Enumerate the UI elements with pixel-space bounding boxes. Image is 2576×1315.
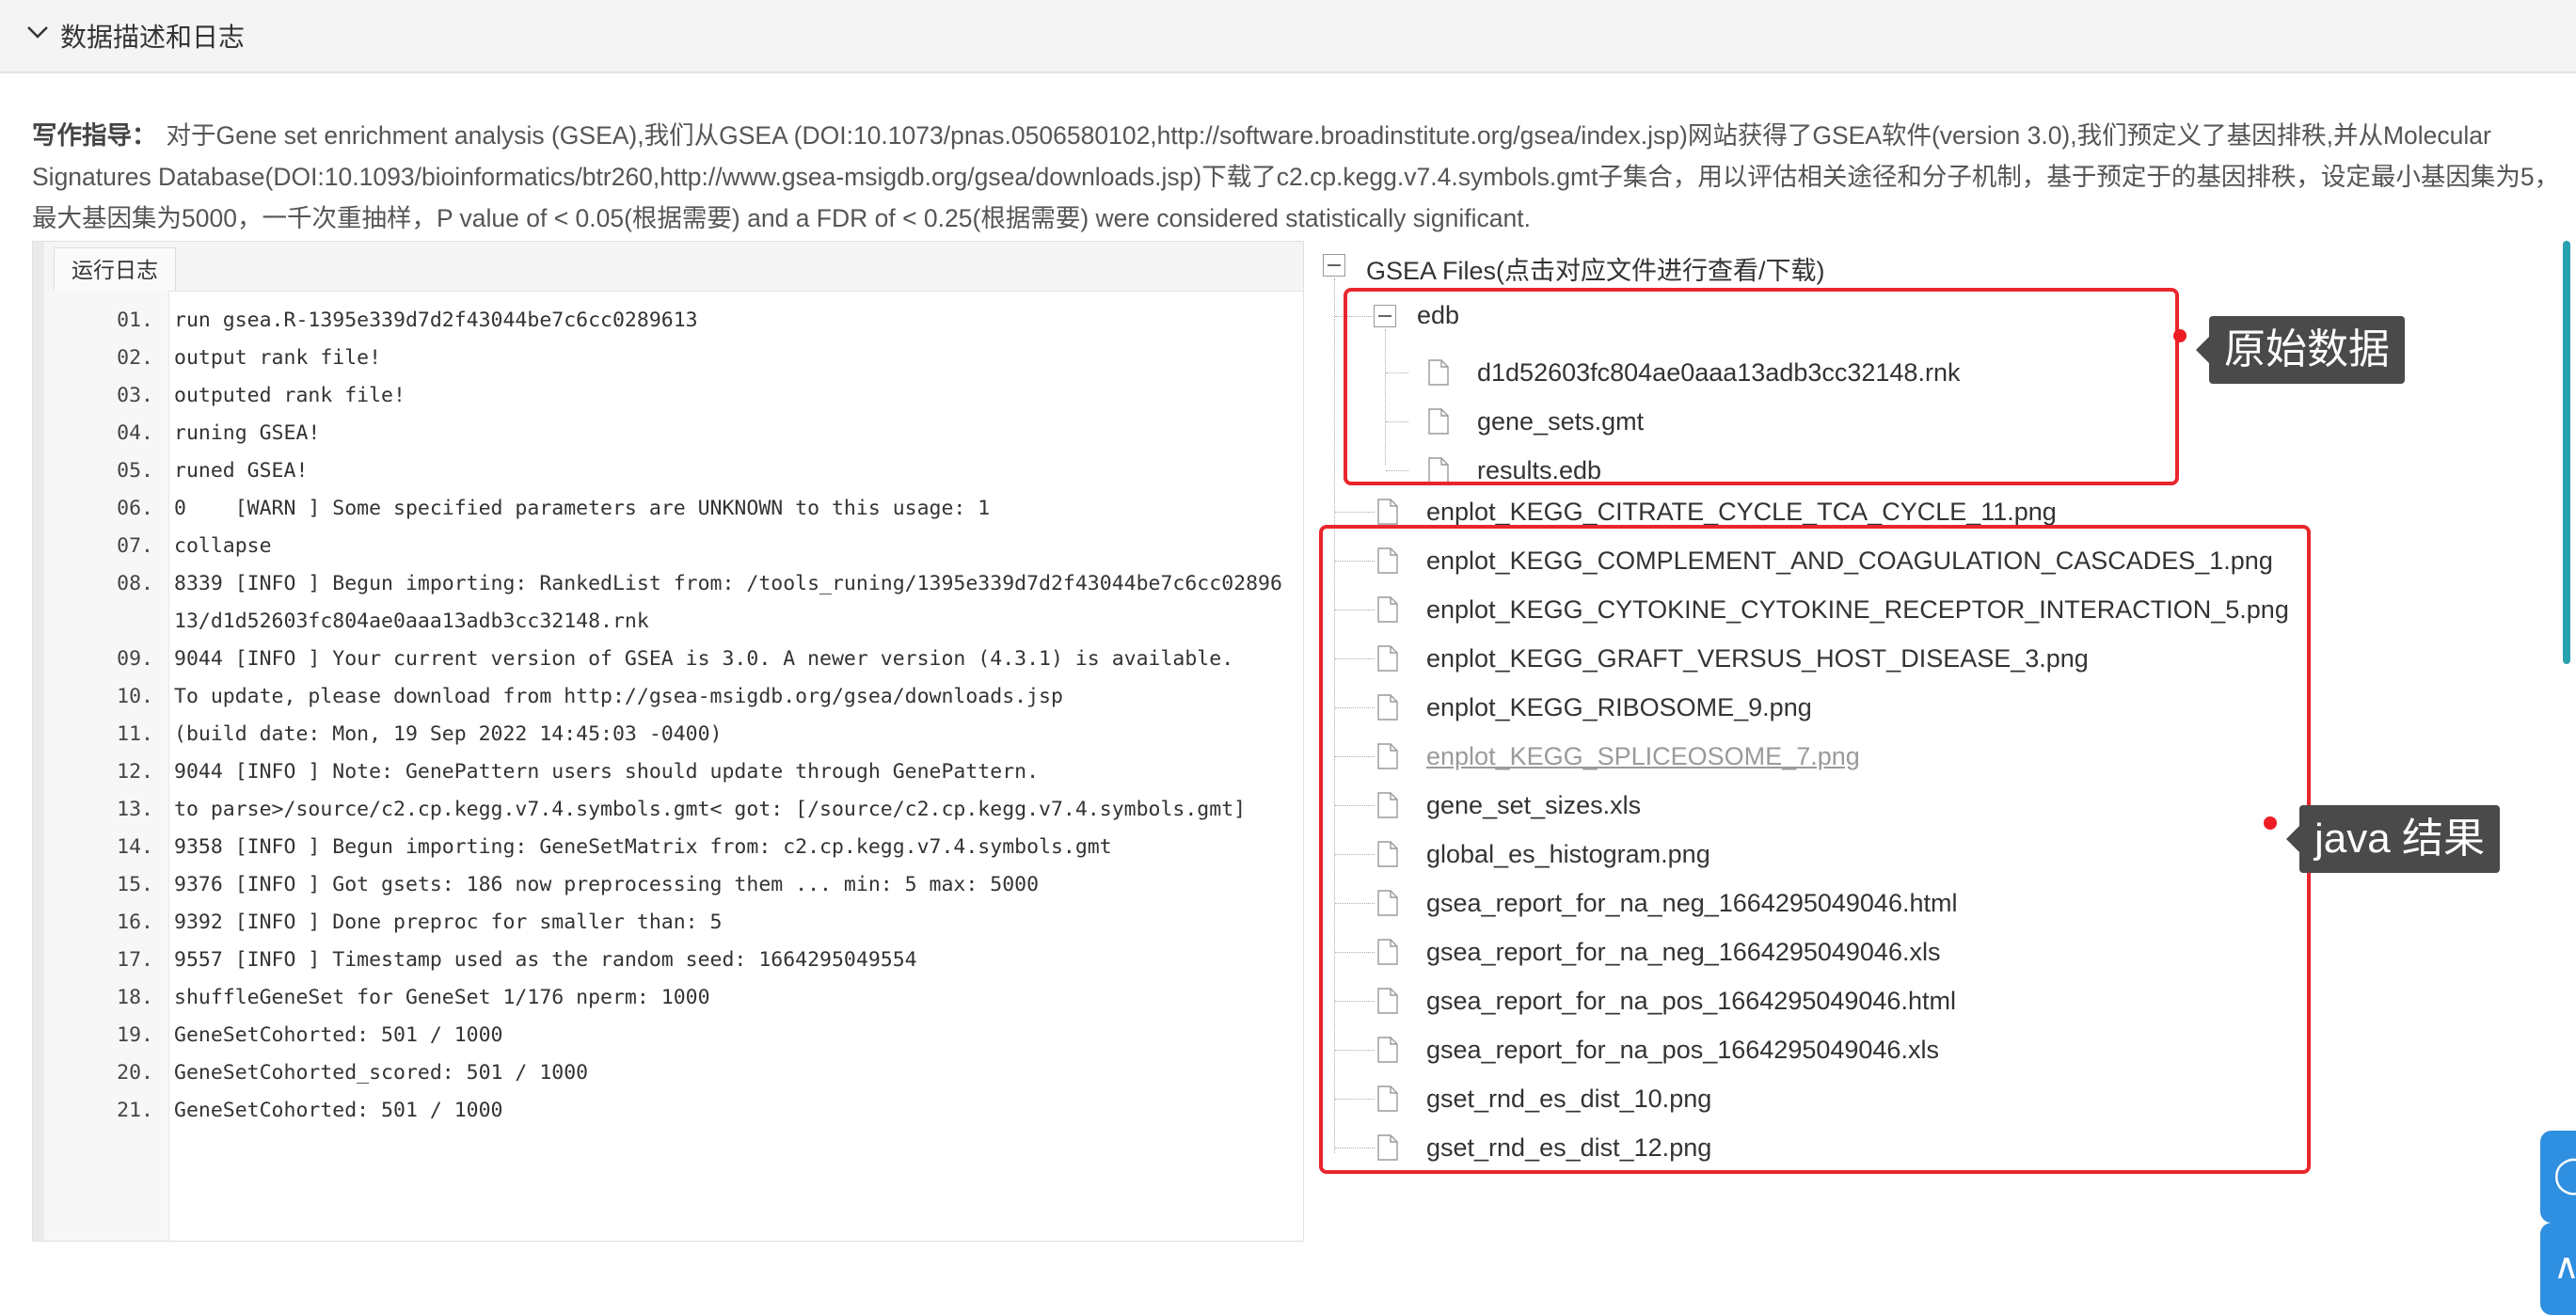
section-header[interactable]: 数据描述和日志 — [0, 0, 2576, 73]
log-line-text: runed GSEA! — [174, 459, 309, 483]
log-line-text: 9358 [INFO ] Begun importing: GeneSetMat… — [174, 835, 1112, 859]
writing-guide-label: 写作指导： — [32, 121, 157, 150]
log-line-text: GeneSetCohorted: 501 / 1000 — [174, 1023, 503, 1047]
java-results-callout: java 结果 — [2286, 805, 2500, 873]
raw-data-highlight-box — [1344, 288, 2179, 485]
log-left-bar — [33, 242, 44, 1241]
log-line-text: 9376 [INFO ] Got gsets: 186 now preproce… — [174, 873, 1040, 896]
log-tab-bar: 运行日志 — [44, 242, 1303, 292]
tree-root-label: GSEA Files(点击对应文件进行查看/下载) — [1366, 257, 1825, 285]
log-line: 12. 9044 [INFO ] Note: GenePattern users … — [44, 753, 1290, 791]
file-name: enplot_KEGG_CITRATE_CYCLE_TCA_CYCLE_11.p… — [1426, 497, 2057, 526]
log-line-number: 18. — [117, 986, 153, 1009]
log-line: 19. GeneSetCohorted: 501 / 1000 — [44, 1017, 1290, 1054]
log-line-number: 01. — [117, 309, 153, 332]
log-line: 15. 9376 [INFO ] Got gsets: 186 now prepr… — [44, 866, 1290, 904]
log-line-text: To update, please download from http://g… — [174, 685, 1063, 708]
log-line-number: 14. — [117, 835, 153, 859]
log-line-text: runing GSEA! — [174, 421, 321, 445]
log-line-number: 12. — [117, 760, 153, 784]
chat-icon: ◯ — [2553, 1155, 2576, 1195]
page-scrollbar[interactable] — [2563, 241, 2570, 664]
log-line: 14. 9358 [INFO ] Begun importing: GeneSet… — [44, 829, 1290, 866]
log-line-number: 05. — [117, 459, 153, 483]
log-line-number: 04. — [117, 421, 153, 445]
log-line: 16. 9392 [INFO ] Done preproc for smaller… — [44, 904, 1290, 942]
log-line: 13. to parse>/source/c2.cp.kegg.v7.4.symb… — [44, 791, 1290, 829]
annotation-dot — [2173, 329, 2186, 342]
log-line-text: (build date: Mon, 19 Sep 2022 14:45:03 -… — [174, 722, 723, 746]
log-line-text: to parse>/source/c2.cp.kegg.v7.4.symbols… — [174, 798, 1247, 821]
log-line-text: 9392 [INFO ] Done preproc for smaller th… — [174, 911, 723, 934]
log-line-text: outputed rank file! — [174, 384, 405, 407]
tab-run-log[interactable]: 运行日志 — [54, 247, 176, 291]
log-line: 09. 9044 [INFO ] Your current version of … — [44, 641, 1290, 678]
log-line-text: run gsea.R-1395e339d7d2f43044be7c6cc0289… — [174, 309, 698, 332]
java-results-highlight-box — [1319, 525, 2311, 1174]
log-line: 07. collapse — [44, 528, 1290, 565]
log-line: 17. 9557 [INFO ] Timestamp used as the ra… — [44, 942, 1290, 979]
tree-guide-line — [1335, 512, 1375, 513]
writing-guide: 写作指导： 对于Gene set enrichment analysis (GSE… — [32, 115, 2563, 239]
log-line-number: 09. — [117, 647, 153, 671]
log-line: 03. outputed rank file! — [44, 377, 1290, 415]
log-line-number: 10. — [117, 685, 153, 708]
section-title: 数据描述和日志 — [60, 23, 246, 52]
log-line-number: 03. — [117, 384, 153, 407]
log-line-number: 11. — [117, 722, 153, 746]
log-line-text: output rank file! — [174, 346, 382, 370]
log-line: 08. 8339 [INFO ] Begun importing: RankedL… — [44, 565, 1290, 641]
log-line: 01. run gsea.R-1395e339d7d2f43044be7c6cc0… — [44, 302, 1290, 340]
log-line-number: 06. — [117, 497, 153, 520]
log-line-number: 15. — [117, 873, 153, 896]
log-line-number: 21. — [117, 1099, 153, 1122]
arrow-up-icon: ∧ — [2553, 1247, 2576, 1287]
log-line-text: 9044 [INFO ] Your current version of GSE… — [174, 647, 1234, 671]
chevron-down-icon — [27, 26, 48, 39]
log-line-number: 08. — [117, 572, 153, 595]
log-line-text: 8339 [INFO ] Begun importing: RankedList… — [174, 572, 1282, 633]
log-line-number: 19. — [117, 1023, 153, 1047]
log-line: 20. GeneSetCohorted_scored: 501 / 1000 — [44, 1054, 1290, 1092]
log-line-number: 16. — [117, 911, 153, 934]
log-line-number: 20. — [117, 1061, 153, 1085]
log-line: 05. runed GSEA! — [44, 452, 1290, 490]
log-line: 21. GeneSetCohorted: 501 / 1000 — [44, 1092, 1290, 1130]
floating-top-button[interactable]: ∧ — [2540, 1223, 2576, 1315]
log-line: 02. output rank file! — [44, 340, 1290, 377]
log-line: 11. (build date: Mon, 19 Sep 2022 14:45:0… — [44, 716, 1290, 753]
log-line-text: 9044 [INFO ] Note: GenePattern users sho… — [174, 760, 1040, 784]
log-line-number: 07. — [117, 534, 153, 558]
log-line-text: shuffleGeneSet for GeneSet 1/176 nperm: … — [174, 986, 710, 1009]
run-log-panel: 运行日志 01. run gsea.R-1395e339d7d2f43044be7… — [32, 241, 1304, 1242]
log-line-number: 17. — [117, 948, 153, 972]
collapse-toggle-icon[interactable] — [1323, 254, 1345, 277]
log-line-number: 13. — [117, 798, 153, 821]
log-line: 06. 0 [WARN ] Some specified parameters a… — [44, 490, 1290, 528]
floating-chat-button[interactable]: ◯ — [2540, 1131, 2576, 1223]
log-line-text: GeneSetCohorted_scored: 501 / 1000 — [174, 1061, 589, 1085]
log-line-text: GeneSetCohorted: 501 / 1000 — [174, 1099, 503, 1122]
log-line-text: 0 [WARN ] Some specified parameters are … — [174, 497, 991, 520]
file-icon — [1377, 499, 1398, 525]
log-line: 18. shuffleGeneSet for GeneSet 1/176 nper… — [44, 979, 1290, 1017]
annotation-dot — [2264, 816, 2277, 830]
log-line: 04. runing GSEA! — [44, 415, 1290, 452]
raw-data-callout: 原始数据 — [2196, 316, 2405, 384]
log-line-text: collapse — [174, 534, 272, 558]
log-line-text: 9557 [INFO ] Timestamp used as the rando… — [174, 948, 917, 972]
log-line-number: 02. — [117, 346, 153, 370]
log-line: 10. To update, please download from http:… — [44, 678, 1290, 716]
writing-guide-text: 对于Gene set enrichment analysis (GSEA),我们… — [32, 121, 2560, 232]
log-lines: 01. run gsea.R-1395e339d7d2f43044be7c6cc0… — [44, 302, 1290, 1130]
